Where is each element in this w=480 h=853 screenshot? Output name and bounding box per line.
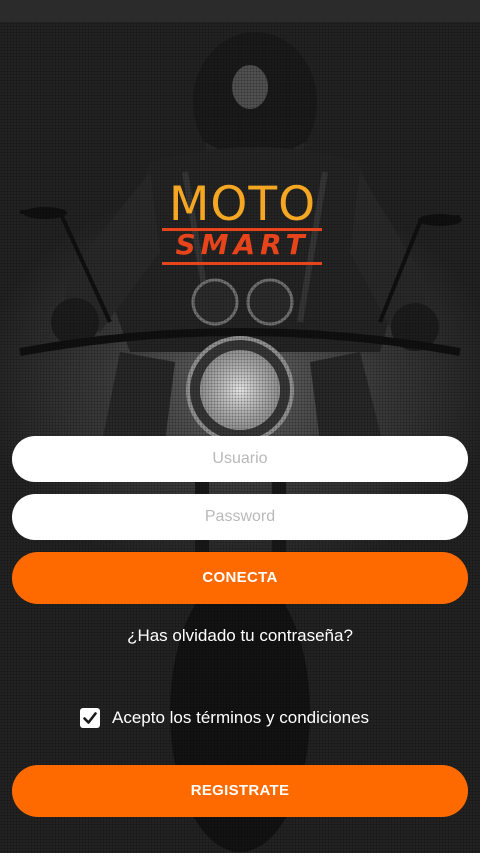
username-input[interactable] — [12, 436, 468, 482]
logo-underline-bottom — [162, 262, 322, 265]
app-logo: MOTO SMART — [160, 180, 325, 270]
terms-row: Acepto los términos y condiciones — [80, 706, 369, 730]
checkmark-icon — [83, 712, 97, 724]
logo-text-smart: SMART — [175, 228, 310, 261]
terms-label: Acepto los términos y condiciones — [112, 708, 370, 727]
status-bar — [0, 0, 480, 22]
register-button[interactable]: REGISTRATE — [12, 765, 468, 817]
terms-checkbox[interactable] — [80, 708, 100, 728]
forgot-password-link[interactable]: ¿Has olvidado tu contraseña? — [0, 626, 480, 646]
connect-button-label: CONECTA — [202, 569, 278, 586]
logo-text-moto: MOTO — [168, 177, 317, 232]
register-button-label: REGISTRATE — [190, 782, 290, 799]
password-input[interactable] — [12, 494, 468, 540]
connect-button[interactable]: CONECTA — [12, 552, 468, 604]
